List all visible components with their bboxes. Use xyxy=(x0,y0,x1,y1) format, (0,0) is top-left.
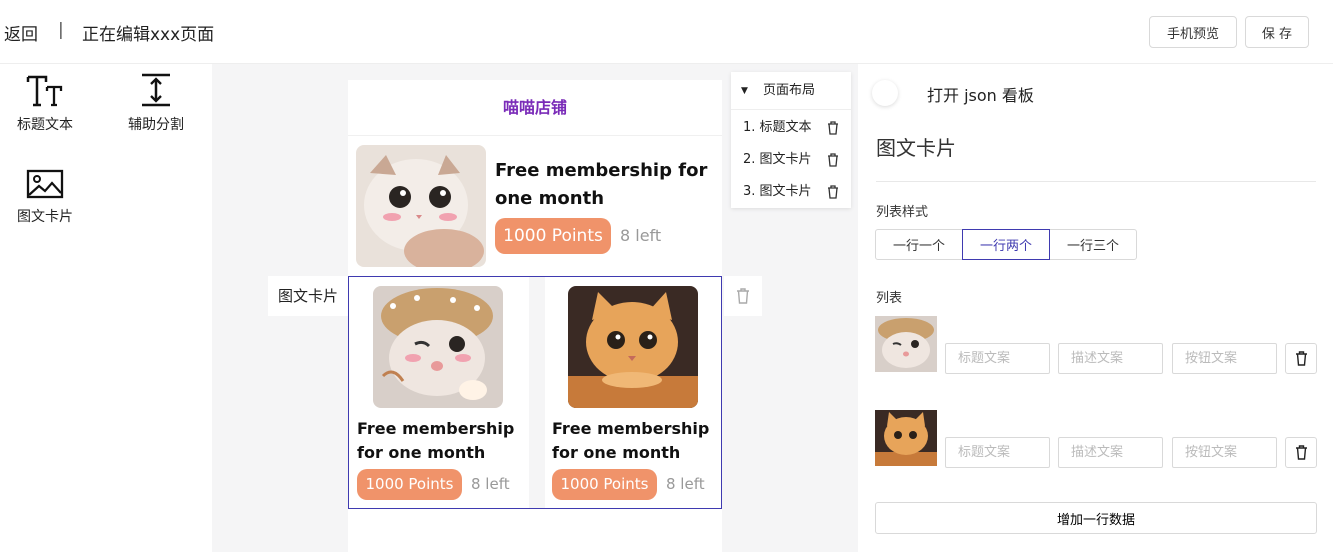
page-title: 正在编辑xxx页面 xyxy=(82,25,215,45)
shop-title: 喵喵店铺 xyxy=(348,80,722,136)
card-title: Free membership for one month xyxy=(357,419,515,462)
points-button[interactable]: 1000 Points xyxy=(552,469,657,500)
layout-item-label: 3. 图文卡片 xyxy=(743,184,812,199)
json-toggle-label: 打开 json 看板 xyxy=(927,86,1034,105)
divider xyxy=(876,181,1316,182)
delete-block-button[interactable] xyxy=(724,276,762,316)
trash-icon[interactable] xyxy=(827,121,839,135)
phone-preview: 喵喵店铺 Free membership for one month 1000 … xyxy=(348,80,722,552)
cat-photo-white xyxy=(356,145,486,267)
list-label: 列表 xyxy=(876,291,903,306)
points-button[interactable]: 1000 Points xyxy=(357,469,462,500)
palette-item-title-text[interactable]: 标题文本 xyxy=(0,72,90,134)
card-desc-input[interactable] xyxy=(1058,437,1163,468)
mobile-preview-button[interactable]: 手机预览 xyxy=(1149,16,1237,48)
trash-icon[interactable] xyxy=(827,153,839,167)
card-desc-input[interactable] xyxy=(1058,343,1163,374)
stock-left-text: 8 left xyxy=(620,226,662,245)
stock-left-text: 8 left xyxy=(471,475,510,493)
card-title-input[interactable] xyxy=(945,343,1050,374)
layout-item[interactable]: 2. 图文卡片 xyxy=(731,144,851,176)
image-icon xyxy=(26,169,64,199)
card-title: Free membership for one month xyxy=(495,160,708,209)
back-link[interactable]: 返回 xyxy=(4,20,38,45)
points-button[interactable]: 1000 Points xyxy=(495,218,611,254)
layout-panel-title: 页面布局 xyxy=(763,83,816,98)
trash-icon xyxy=(1295,445,1307,460)
delete-row-button[interactable] xyxy=(1285,343,1317,374)
palette-item-label: 辅助分割 xyxy=(128,117,184,133)
trash-icon xyxy=(1295,351,1307,366)
layout-item[interactable]: 1. 标题文本 xyxy=(731,112,851,144)
stock-left-text: 8 left xyxy=(666,475,705,493)
caret-down-icon: ▼ xyxy=(741,86,748,96)
row-thumbnail[interactable] xyxy=(875,410,937,466)
top-bar: 返回 | 正在编辑xxx页面 手机预览 保 存 xyxy=(0,0,1333,64)
header-divider: | xyxy=(58,20,64,40)
list-style-label: 列表样式 xyxy=(876,205,929,220)
card-title-input[interactable] xyxy=(945,437,1050,468)
trash-icon[interactable] xyxy=(827,185,839,199)
text-title-icon xyxy=(26,75,63,107)
palette-item-image-card[interactable]: 图文卡片 xyxy=(0,168,90,226)
layout-item-label: 1. 标题文本 xyxy=(743,120,812,135)
component-palette: 标题文本 辅助分割 图文卡片 xyxy=(0,64,212,552)
settings-panel: 打开 json 看板 图文卡片 列表样式 一行一个 一行两个 一行三个 列表 标… xyxy=(858,64,1333,552)
page-layout-panel: ▼ 页面布局 1. 标题文本 2. 图文卡片 3. 图文卡片 xyxy=(731,72,851,208)
image-card-block[interactable]: Free membership for one month 1000 Point… xyxy=(356,145,716,269)
add-row-button[interactable]: 增加一行数据 xyxy=(875,502,1317,534)
card-button-input[interactable] xyxy=(1172,343,1277,374)
list-style-option[interactable]: 一行三个 xyxy=(1049,229,1137,260)
trash-icon xyxy=(737,288,749,304)
editor-canvas: 喵喵店铺 Free membership for one month 1000 … xyxy=(212,64,858,552)
layout-item-label: 2. 图文卡片 xyxy=(743,152,812,167)
cat-photo-hat xyxy=(373,286,503,408)
palette-item-label: 标题文本 xyxy=(17,117,73,133)
list-style-option-selected[interactable]: 一行两个 xyxy=(962,229,1050,260)
card-title: Free membership for one month xyxy=(552,419,710,462)
list-style-option[interactable]: 一行一个 xyxy=(875,229,963,260)
grid-gutter xyxy=(529,277,545,508)
layout-item[interactable]: 3. 图文卡片 xyxy=(731,176,851,208)
row-thumbnail[interactable] xyxy=(875,316,937,372)
image-card-grid-block[interactable]: Free membership for one month 1000 Point… xyxy=(348,276,722,509)
vertical-divider-icon xyxy=(142,73,170,107)
save-button[interactable]: 保 存 xyxy=(1245,16,1309,48)
settings-section-title: 图文卡片 xyxy=(876,136,956,160)
delete-row-button[interactable] xyxy=(1285,437,1317,468)
cat-photo-orange xyxy=(568,286,698,408)
card-button-input[interactable] xyxy=(1172,437,1277,468)
palette-item-divider[interactable]: 辅助分割 xyxy=(111,72,201,134)
json-toggle[interactable] xyxy=(872,80,898,106)
selected-block-label: 图文卡片 xyxy=(268,276,348,316)
layout-panel-header[interactable]: ▼ 页面布局 xyxy=(731,72,851,110)
palette-item-label: 图文卡片 xyxy=(17,209,73,225)
